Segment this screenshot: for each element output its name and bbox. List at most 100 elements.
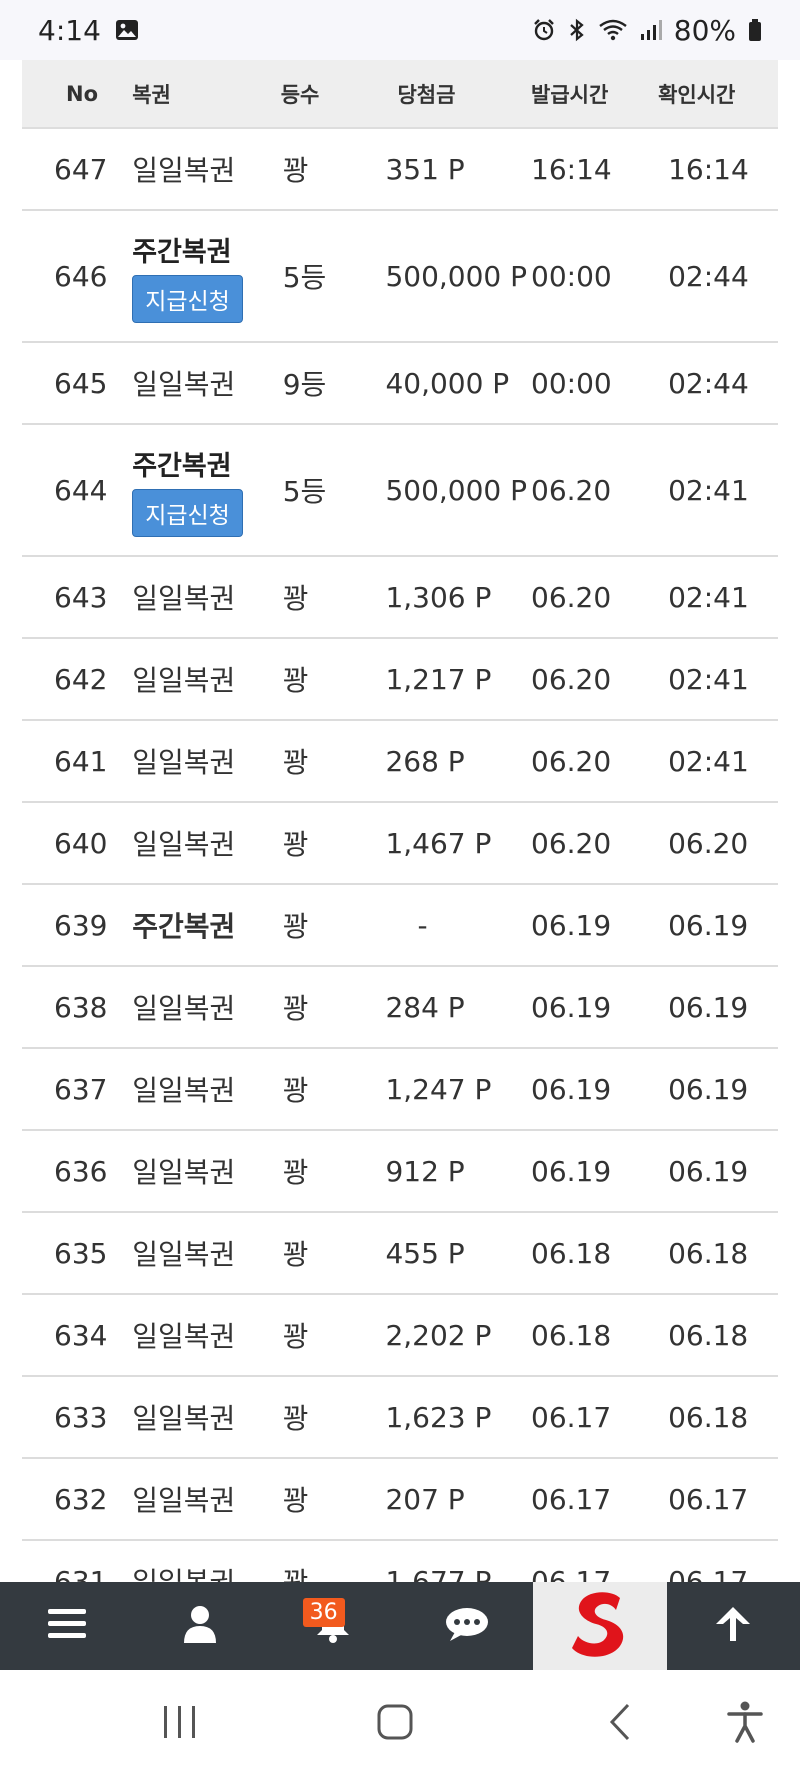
cell-no: 635: [22, 1212, 133, 1295]
cell-rank: 꽝: [276, 720, 386, 803]
cell-lottery-type: 일일복권: [132, 1130, 277, 1213]
cell-prize: 500,000 P: [385, 424, 528, 557]
cell-lottery-type: 일일복권: [132, 1376, 277, 1459]
cell-issued-time: 06.20: [527, 720, 653, 803]
profile-button[interactable]: [133, 1582, 266, 1670]
cell-issued-time: 06.17: [527, 1540, 653, 1582]
cell-checked-time: 02:41: [652, 638, 778, 721]
cell-issued-time: 06.18: [527, 1294, 653, 1377]
cell-rank: 꽝: [276, 884, 386, 967]
cell-rank: 꽝: [276, 638, 386, 721]
accessibility-icon: [727, 1701, 763, 1747]
cell-checked-time: 16:14: [652, 128, 778, 211]
cell-rank: 꽝: [276, 1130, 386, 1213]
table-row: 645 일일복권 9등 40,000 P 00:00 02:44: [22, 342, 778, 425]
cell-checked-time: 02:41: [652, 720, 778, 803]
cell-no: 631: [22, 1540, 133, 1582]
cell-no: 640: [22, 802, 133, 885]
cell-checked-time: 06.18: [652, 1294, 778, 1377]
cell-checked-time: 02:44: [652, 342, 778, 425]
battery-icon: [748, 18, 762, 42]
cell-checked-time: 06.17: [652, 1458, 778, 1541]
claim-payout-button[interactable]: 지급신청: [132, 488, 243, 537]
cell-no: 636: [22, 1130, 133, 1213]
battery-percent: 80%: [673, 13, 736, 47]
table-row: 637 일일복권 꽝 1,247 P 06.19 06.19: [22, 1048, 778, 1131]
claim-payout-button[interactable]: 지급신청: [132, 274, 243, 323]
scroll-top-button[interactable]: [667, 1582, 800, 1670]
cell-issued-time: 16:14: [527, 128, 653, 211]
lottery-type-label: 주간복권: [132, 236, 232, 268]
cell-rank: 5등: [276, 210, 386, 343]
cell-rank: 꽝: [276, 1540, 386, 1582]
cell-rank: 꽝: [276, 1458, 386, 1541]
recent-apps-button[interactable]: [145, 1670, 215, 1778]
status-time: 4:14: [38, 13, 101, 47]
alarm-icon: [532, 18, 556, 42]
table-row: 638 일일복권 꽝 284 P 06.19 06.19: [22, 966, 778, 1049]
cell-checked-time: 06.19: [652, 1130, 778, 1213]
cell-rank: 꽝: [276, 1294, 386, 1377]
table-row: 636 일일복권 꽝 912 P 06.19 06.19: [22, 1130, 778, 1213]
cell-issued-time: 06.17: [527, 1376, 653, 1459]
cell-lottery-type: 일일복권: [132, 1540, 277, 1582]
back-button[interactable]: [585, 1670, 655, 1778]
cell-rank: 꽝: [276, 802, 386, 885]
cell-no: 643: [22, 556, 133, 639]
home-icon: [376, 1703, 414, 1745]
system-nav-bar: [0, 1670, 800, 1778]
accessibility-button[interactable]: [710, 1670, 780, 1778]
header-lottery: 복권: [132, 60, 277, 129]
notifications-button[interactable]: 36: [267, 1582, 400, 1670]
cell-no: 634: [22, 1294, 133, 1377]
cell-rank: 꽝: [276, 1048, 386, 1131]
table-row: 635 일일복권 꽝 455 P 06.18 06.18: [22, 1212, 778, 1295]
cell-issued-time: 06.20: [527, 802, 653, 885]
cell-issued-time: 00:00: [527, 342, 653, 425]
cell-no: 632: [22, 1458, 133, 1541]
cell-checked-time: 02:41: [652, 556, 778, 639]
cell-lottery-type: 일일복권: [132, 128, 277, 211]
main-content[interactable]: No 복권 등수 당첨금 발급시간 확인시간 647 일일복권 꽝 351 P …: [0, 60, 800, 1582]
cell-rank: 5등: [276, 424, 386, 557]
cell-lottery-type: 주간복권 지급신청: [132, 210, 277, 343]
cell-no: 642: [22, 638, 133, 721]
cell-rank: 꽝: [276, 1212, 386, 1295]
table-row: 634 일일복권 꽝 2,202 P 06.18 06.18: [22, 1294, 778, 1377]
cell-lottery-type: 일일복권: [132, 342, 277, 425]
wifi-icon: [598, 18, 628, 42]
table-row: 647 일일복권 꽝 351 P 16:14 16:14: [22, 128, 778, 211]
table-row: 631 일일복권 꽝 1,677 P 06.17 06.17: [22, 1540, 778, 1582]
cell-prize: 1,247 P: [385, 1048, 528, 1131]
signal-icon: [640, 19, 662, 41]
cell-issued-time: 00:00: [527, 210, 653, 343]
chat-button[interactable]: [400, 1582, 533, 1670]
cell-issued-time: 06.19: [527, 1048, 653, 1131]
menu-button[interactable]: [0, 1582, 133, 1670]
cell-prize: 40,000 P: [385, 342, 528, 425]
cell-prize: 2,202 P: [385, 1294, 528, 1377]
chat-icon: [445, 1606, 489, 1646]
cell-rank: 꽝: [276, 128, 386, 211]
cell-checked-time: 02:41: [652, 424, 778, 557]
cell-lottery-type: 일일복권: [132, 638, 277, 721]
cell-lottery-type: 일일복권: [132, 802, 277, 885]
header-issued-time: 발급시간: [527, 60, 653, 129]
site-logo-button[interactable]: [533, 1582, 667, 1670]
cell-prize: 207 P: [385, 1458, 528, 1541]
cell-no: 644: [22, 424, 133, 557]
cell-checked-time: 06.19: [652, 966, 778, 1049]
site-logo: [568, 1588, 632, 1664]
cell-rank: 꽝: [276, 966, 386, 1049]
table-row: 646 주간복권 지급신청 5등 500,000 P 00:00 02:44: [22, 210, 778, 343]
cell-rank: 꽝: [276, 1376, 386, 1459]
cell-prize: 1,623 P: [385, 1376, 528, 1459]
table-row: 641 일일복권 꽝 268 P 06.20 02:41: [22, 720, 778, 803]
cell-issued-time: 06.20: [527, 638, 653, 721]
recent-apps-icon: [161, 1705, 199, 1743]
home-button[interactable]: [360, 1670, 430, 1778]
cell-prize: 1,217 P: [385, 638, 528, 721]
cell-lottery-type: 일일복권: [132, 720, 277, 803]
prize-empty: -: [417, 908, 428, 942]
cell-issued-time: 06.19: [527, 966, 653, 1049]
